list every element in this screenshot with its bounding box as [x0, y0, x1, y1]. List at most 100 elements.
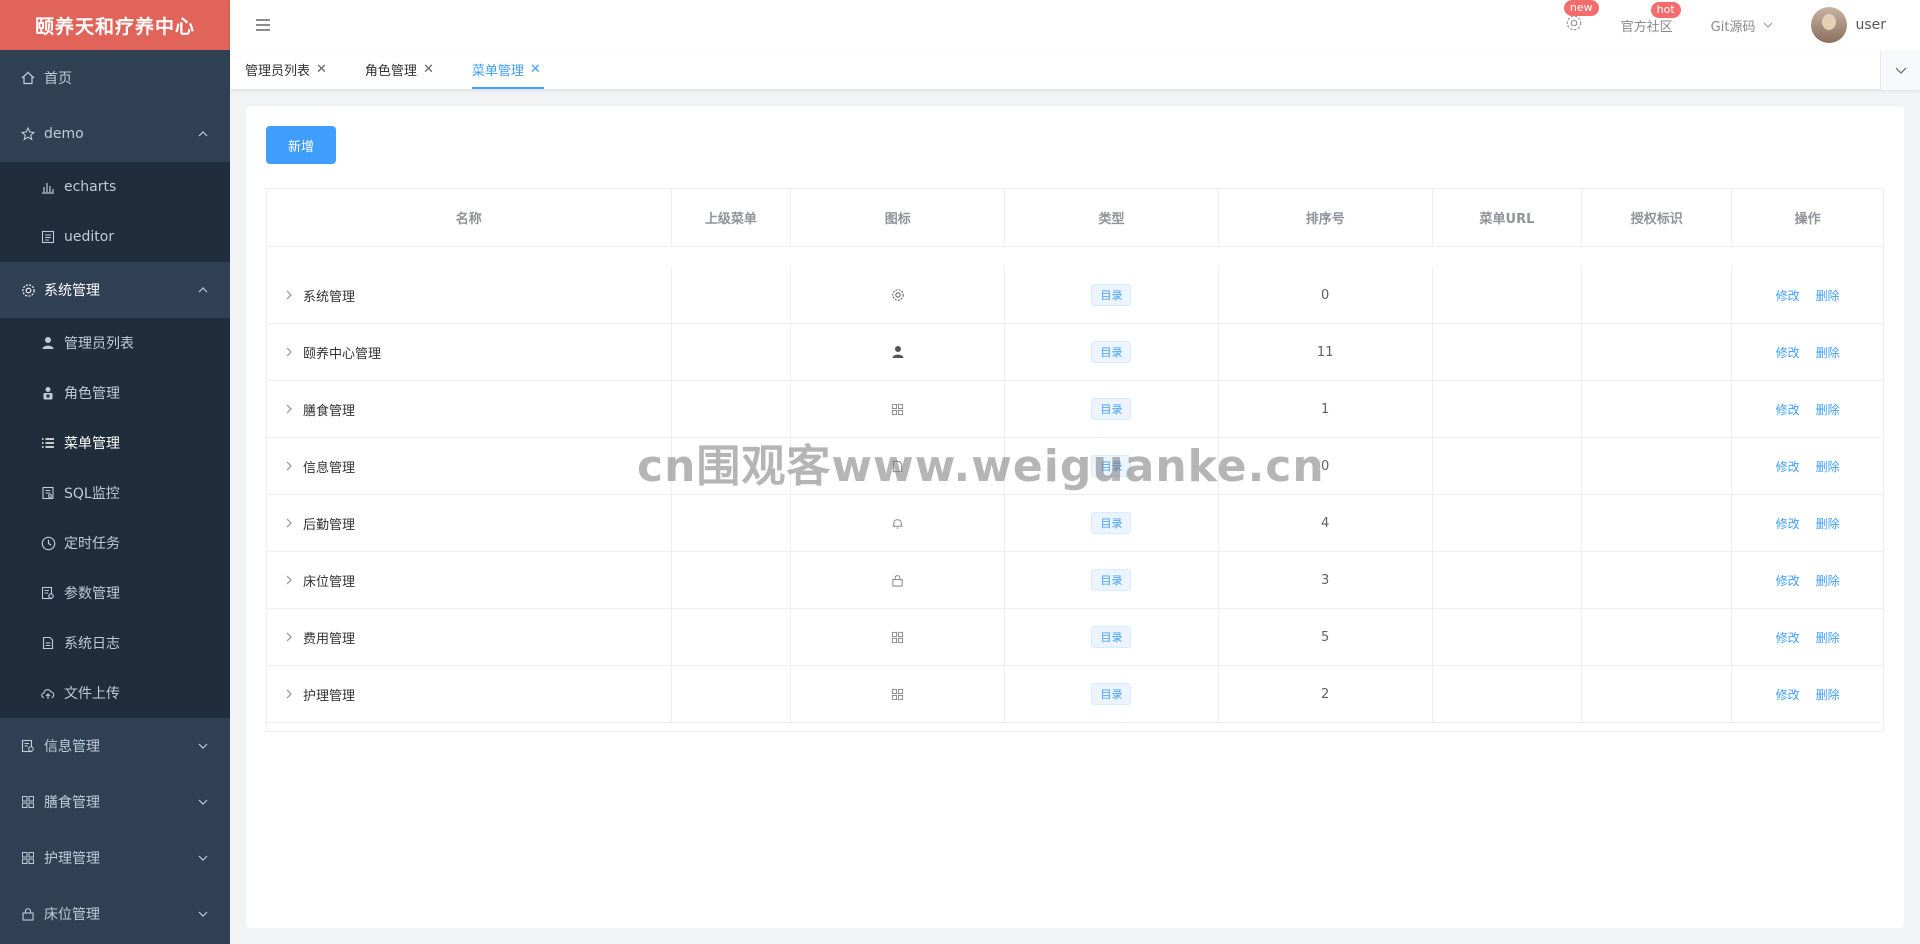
chevron-down-icon [1895, 67, 1907, 74]
user-name[interactable]: user [1855, 17, 1886, 33]
chevron-up-icon [198, 285, 208, 295]
sidebar-item-beds[interactable]: 床位管理 [0, 886, 230, 942]
cell-actions: 修改 删除 [1732, 438, 1883, 494]
delete-button[interactable]: 删除 [1816, 344, 1840, 361]
settings-button[interactable]: new [1563, 0, 1599, 36]
cell-order: 5 [1219, 609, 1433, 665]
sidebar-item-cron[interactable]: 定时任务 [0, 518, 230, 568]
delete-button[interactable]: 删除 [1816, 458, 1840, 475]
gear-icon [1565, 14, 1583, 36]
sidebar-item-label: demo [44, 126, 84, 142]
sidebar-item-sql-monitor[interactable]: SQL监控 [0, 468, 230, 518]
sidebar-item-echarts[interactable]: echarts [0, 162, 230, 212]
editor-icon [40, 229, 56, 245]
delete-button[interactable]: 删除 [1816, 686, 1840, 703]
sidebar-item-system[interactable]: 系统管理 [0, 262, 230, 318]
tab-admin-list[interactable]: 管理员列表 ✕ [230, 49, 342, 89]
delete-button[interactable]: 删除 [1816, 287, 1840, 304]
delete-button[interactable]: 删除 [1816, 629, 1840, 646]
cell-order: 3 [1219, 552, 1433, 608]
table-row[interactable]: 费用管理 目录 5 修改 删除 [267, 609, 1883, 666]
cell-order: 2 [1219, 666, 1433, 722]
home-icon [20, 70, 36, 86]
cell-parent [672, 495, 792, 551]
cell-perms [1582, 381, 1733, 437]
cell-type: 目录 [1005, 324, 1219, 380]
clock-icon [40, 535, 56, 551]
sidebar-item-menus[interactable]: 菜单管理 [0, 418, 230, 468]
watermark: cn围观客www.weiguanke.cn [637, 441, 1325, 492]
add-button[interactable]: 新增 [266, 126, 336, 164]
git-source-dropdown[interactable]: Git源码 [1711, 16, 1774, 35]
cell-name: 颐养中心管理 [267, 324, 672, 380]
sidebar-item-info[interactable]: 信息管理 [0, 718, 230, 774]
sidebar-item-label: 系统管理 [44, 283, 100, 299]
log-icon [40, 635, 56, 651]
sidebar-item-logs[interactable]: 系统日志 [0, 618, 230, 668]
community-link[interactable]: 官方社区 hot [1621, 1, 1681, 35]
chevron-right-icon[interactable] [283, 404, 295, 414]
delete-button[interactable]: 删除 [1816, 401, 1840, 418]
sidebar-item-label: ueditor [64, 229, 115, 245]
cell-icon [791, 267, 1006, 323]
delete-button[interactable]: 删除 [1816, 515, 1840, 532]
sidebar-item-nursing[interactable]: 护理管理 [0, 830, 230, 886]
edit-button[interactable]: 修改 [1776, 344, 1800, 361]
edit-button[interactable]: 修改 [1776, 401, 1800, 418]
cell-url [1433, 438, 1583, 494]
sidebar-item-roles[interactable]: 角色管理 [0, 368, 230, 418]
cell-actions: 修改 删除 [1732, 267, 1883, 323]
close-icon[interactable]: ✕ [530, 62, 541, 77]
user-icon [891, 345, 905, 359]
edit-button[interactable]: 修改 [1776, 629, 1800, 646]
edit-button[interactable]: 修改 [1776, 515, 1800, 532]
delete-button[interactable]: 删除 [1816, 572, 1840, 589]
hamburger-icon[interactable] [248, 10, 278, 40]
gear-icon [20, 282, 36, 298]
edit-button[interactable]: 修改 [1776, 572, 1800, 589]
submenu-demo: echarts ueditor [0, 162, 230, 262]
row-name: 护理管理 [303, 688, 356, 704]
table-row[interactable]: 护理管理 目录 2 修改 删除 [267, 666, 1883, 723]
table-row[interactable]: 床位管理 目录 3 修改 删除 [267, 552, 1883, 609]
avatar[interactable] [1811, 7, 1848, 43]
chevron-right-icon[interactable] [283, 518, 295, 528]
sidebar-item-demo[interactable]: demo [0, 106, 230, 162]
tab-roles[interactable]: 角色管理 ✕ [350, 49, 449, 89]
chevron-right-icon[interactable] [283, 347, 295, 357]
tab-label: 菜单管理 [471, 63, 524, 79]
close-icon[interactable]: ✕ [316, 62, 327, 77]
sidebar-item-meals[interactable]: 膳食管理 [0, 774, 230, 830]
chevron-right-icon[interactable] [283, 575, 295, 585]
cell-url [1433, 495, 1583, 551]
close-icon[interactable]: ✕ [423, 62, 434, 77]
edit-button[interactable]: 修改 [1776, 686, 1800, 703]
role-icon [40, 385, 56, 401]
sidebar-item-params[interactable]: 参数管理 [0, 568, 230, 618]
chevron-right-icon[interactable] [283, 689, 295, 699]
chevron-right-icon[interactable] [283, 461, 295, 471]
table-row[interactable]: 后勤管理 目录 4 修改 删除 [267, 495, 1883, 552]
sidebar-item-ueditor[interactable]: ueditor [0, 212, 230, 262]
sidebar-item-home[interactable]: 首页 [0, 50, 230, 106]
column-header-parent: 上级菜单 [672, 189, 792, 246]
edit-button[interactable]: 修改 [1776, 287, 1800, 304]
chevron-down-icon [198, 853, 208, 863]
tags-more-button[interactable] [1880, 50, 1920, 90]
app-logo-title[interactable]: 颐养天和疗养中心 [0, 0, 230, 50]
sidebar-item-admin-list[interactable]: 管理员列表 [0, 318, 230, 368]
cell-type: 目录 [1005, 267, 1219, 323]
column-header-order: 排序号 [1219, 189, 1433, 246]
table-footer [267, 723, 1883, 731]
edit-button[interactable]: 修改 [1776, 458, 1800, 475]
table-row[interactable]: 系统管理 目录 0 修改 删除 [267, 267, 1883, 324]
sidebar-item-label: 角色管理 [64, 386, 120, 402]
tab-menus[interactable]: 菜单管理 ✕ [457, 49, 556, 89]
chevron-down-icon [198, 797, 208, 807]
type-tag: 目录 [1091, 683, 1132, 705]
chevron-right-icon[interactable] [283, 290, 295, 300]
cell-perms [1582, 324, 1733, 380]
sidebar-item-upload[interactable]: 文件上传 [0, 668, 230, 718]
chevron-right-icon[interactable] [283, 632, 295, 642]
table-row[interactable]: 颐养中心管理 目录 11 修改 删除 [267, 324, 1883, 381]
